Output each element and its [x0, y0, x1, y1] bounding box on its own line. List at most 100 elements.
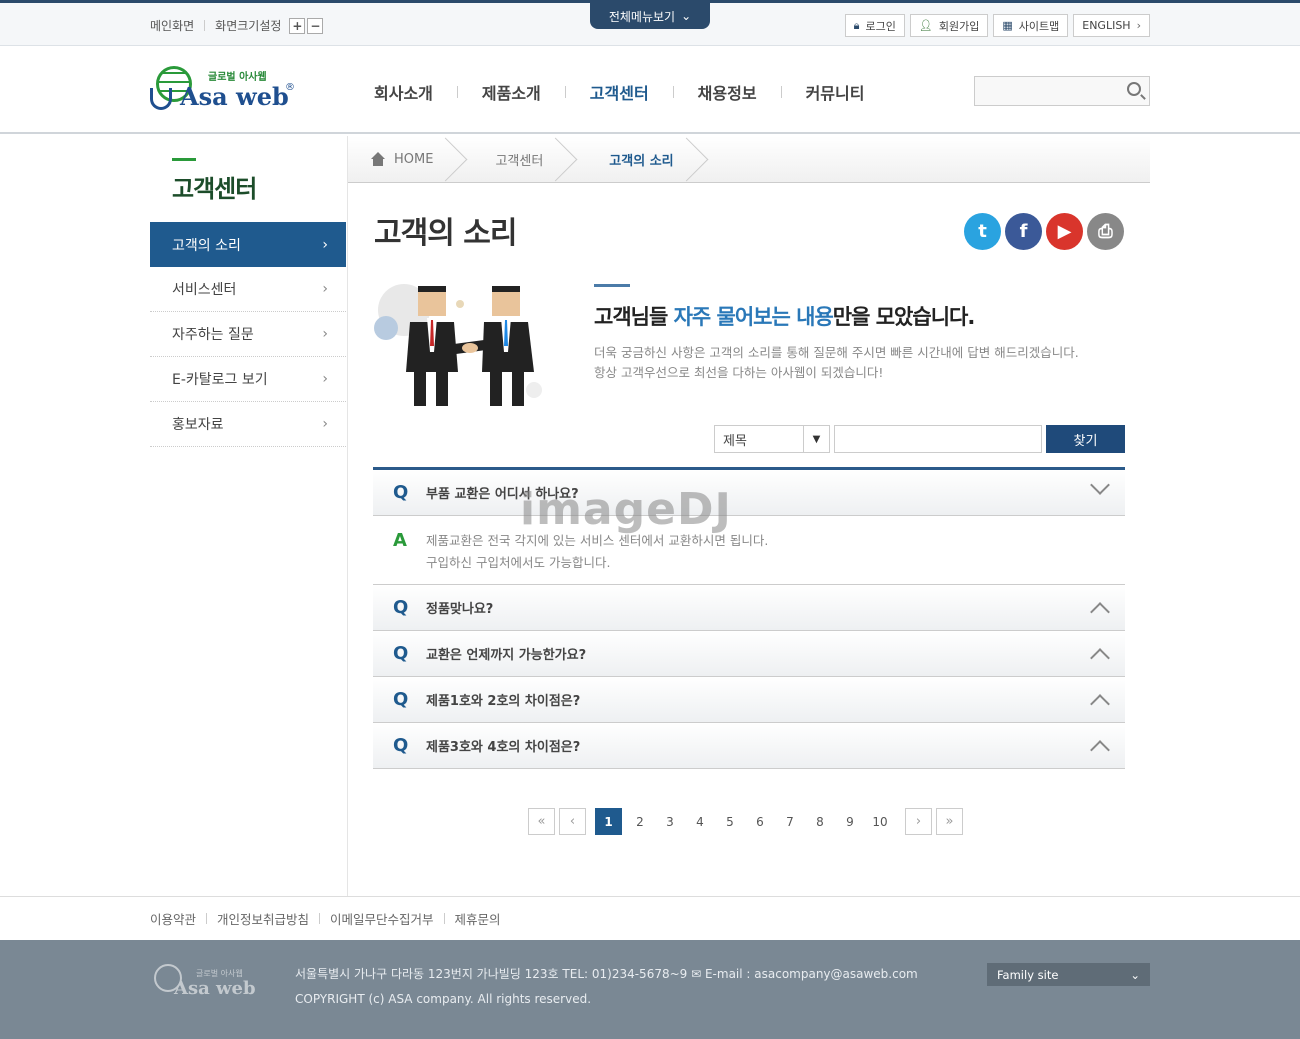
faq-question[interactable]: Q 정품맞나요? — [373, 585, 1125, 631]
footer-link-privacy[interactable]: 개인정보취급방침 — [217, 909, 309, 928]
main-home-link[interactable]: 메인화면 — [150, 17, 194, 34]
twitter-icon[interactable]: t — [964, 213, 1001, 250]
faq-question[interactable]: Q 교환은 언제까지 가능한가요? — [373, 631, 1125, 677]
page-number[interactable]: 6 — [745, 808, 775, 835]
faq-question[interactable]: Q 제품3호와 4호의 차이점은? — [373, 723, 1125, 769]
login-label: 로그인 — [865, 19, 896, 33]
search-keyword-input[interactable] — [834, 425, 1042, 453]
hand-icon — [150, 88, 172, 110]
search-field-select[interactable]: 제목 ▼ — [714, 425, 830, 453]
headline-highlight: 자주 물어보는 내용 — [673, 305, 834, 329]
chevron-right-icon: › — [322, 236, 328, 253]
chevron-right-icon: › — [322, 326, 328, 342]
search-icon[interactable] — [1127, 82, 1141, 96]
answer-line: 구입하신 구입처에서도 가능합니다. — [426, 555, 611, 570]
sidebar-item-label: 홍보자료 — [172, 417, 224, 433]
youtube-icon[interactable]: ▶ — [1046, 213, 1083, 250]
all-menu-label: 전체메뉴보기 — [608, 9, 676, 24]
question-mark: Q — [393, 689, 409, 710]
screen-size-label: 화면크기설정 — [215, 19, 282, 33]
footer-link-partnership[interactable]: 제휴문의 — [455, 909, 501, 928]
faq-list: Q 부품 교환은 어디서 하나요? A 제품교환은 전국 각지에 있는 서비스 센터… — [373, 467, 1125, 769]
faq-question[interactable]: Q 제품1호와 2호의 차이점은? — [373, 677, 1125, 723]
footer-link-terms[interactable]: 이용약관 — [150, 909, 196, 928]
divider — [319, 913, 321, 924]
sidebar-item-voice[interactable]: 고객의 소리 › — [150, 222, 346, 267]
title-accent-bar — [172, 158, 196, 161]
copyright-line: COPYRIGHT (c) ASA company. All rights re… — [295, 992, 592, 1006]
utility-right: 🔒︎ 로그인 👤︎ 회원가입 ▦ 사이트맵 ENGLISH › — [844, 14, 1150, 37]
last-page-button[interactable]: » — [936, 808, 963, 835]
header-search-input[interactable] — [974, 76, 1150, 106]
watermark: imageDJ — [520, 484, 732, 535]
page-number[interactable]: 2 — [625, 808, 655, 835]
signup-button[interactable]: 👤︎ 회원가입 — [909, 14, 989, 37]
chevron-up-icon[interactable] — [1090, 602, 1110, 622]
sidebar-menu: 고객의 소리 › 서비스센터 › 자주하는 질문 › E-카탈로그 보기 › 홍보자료 › — [150, 222, 346, 447]
page-number[interactable]: 4 — [685, 808, 715, 835]
page-number-current[interactable]: 1 — [595, 808, 622, 835]
share-icons: t f ▶ ⎙ — [964, 213, 1124, 250]
sidebar-item-catalog[interactable]: E-카탈로그 보기 › — [150, 357, 346, 402]
login-button[interactable]: 🔒︎ 로그인 — [844, 14, 905, 37]
page-number[interactable]: 7 — [775, 808, 805, 835]
sidebar-item-label: E-카탈로그 보기 — [172, 372, 268, 388]
zoom-out-button[interactable]: − — [307, 17, 324, 34]
facebook-icon[interactable]: f — [1005, 213, 1042, 250]
signup-label: 회원가입 — [938, 19, 980, 33]
site-logo[interactable]: 글로벌 아사웹 Asa web ® — [150, 64, 300, 116]
faq-question[interactable]: Q 부품 교환은 어디서 하나요? — [373, 470, 1125, 516]
sidebar-item-label: 서비스센터 — [172, 282, 237, 298]
nav-company[interactable]: 회사소개 — [350, 80, 457, 104]
answer-text: 제품교환은 전국 각지에 있는 서비스 센터에서 교환하시면 됩니다. 구입하신 … — [426, 530, 768, 584]
footer-link-email-policy[interactable]: 이메일무단수집거부 — [330, 909, 434, 928]
page-number[interactable]: 10 — [865, 808, 895, 835]
footer-address: 서울특별시 가나구 다라동 123번지 가나빌딩 123호 TEL: 01)23… — [295, 962, 918, 1012]
logo-korean-text: 글로벌 아사웹 — [208, 72, 267, 83]
sidebar-item-pr[interactable]: 홍보자료 › — [150, 402, 346, 447]
caret-down-icon: ▼ — [803, 426, 829, 452]
nav-recruit[interactable]: 채용정보 — [674, 80, 781, 104]
sitemap-label: 사이트맵 — [1018, 19, 1060, 33]
sitemap-button[interactable]: ▦ 사이트맵 — [993, 14, 1069, 37]
first-page-button[interactable]: « — [528, 808, 555, 835]
page-number[interactable]: 5 — [715, 808, 745, 835]
family-site-select[interactable]: Family site ⌄ — [987, 963, 1150, 986]
address-line: 서울특별시 가나구 다라동 123번지 가나빌딩 123호 TEL: 01)23… — [295, 967, 918, 981]
nav-products[interactable]: 제품소개 — [458, 80, 565, 104]
pagination: « ‹ 1 2 3 4 5 6 7 8 9 10 › » — [528, 808, 963, 835]
prev-page-button[interactable]: ‹ — [559, 808, 586, 835]
english-button[interactable]: ENGLISH › — [1073, 14, 1150, 37]
chevron-down-icon: ⌄ — [1130, 967, 1140, 982]
breadcrumb-home[interactable]: HOME — [348, 136, 461, 183]
breadcrumb-customer-center[interactable]: 고객센터 — [461, 136, 571, 183]
chevron-right-icon: › — [1136, 19, 1141, 32]
headline-part: 만을 모았습니다. — [832, 305, 976, 329]
page-number[interactable]: 9 — [835, 808, 865, 835]
page-number[interactable]: 8 — [805, 808, 835, 835]
select-value: 제목 — [723, 433, 747, 449]
nav-customer-center[interactable]: 고객센터 — [566, 80, 673, 104]
faq-search-form: 제목 ▼ 찾기 — [714, 425, 1125, 453]
chevron-down-icon: ⌄ — [681, 9, 692, 23]
lock-icon: 🔒︎ — [853, 18, 860, 32]
chevron-up-icon[interactable] — [1090, 694, 1110, 714]
footer: 글로벌 아사웹 Asa web 서울특별시 가나구 다라동 123번지 가나빌딩… — [0, 940, 1300, 1039]
nav-community[interactable]: 커뮤니티 — [782, 80, 889, 104]
page-number[interactable]: 3 — [655, 808, 685, 835]
zoom-in-button[interactable]: + — [289, 17, 306, 34]
next-page-button[interactable]: › — [905, 808, 932, 835]
sidebar-item-service-center[interactable]: 서비스센터 › — [150, 267, 346, 312]
print-icon[interactable]: ⎙ — [1087, 213, 1124, 250]
breadcrumb: HOME 고객센터 고객의 소리 — [348, 136, 1150, 183]
sidebar-item-faq[interactable]: 자주하는 질문 › — [150, 312, 346, 357]
chevron-down-icon[interactable] — [1090, 475, 1110, 495]
chevron-up-icon[interactable] — [1090, 648, 1110, 668]
headline-part: 고객님들 — [594, 305, 674, 329]
search-button[interactable]: 찾기 — [1046, 425, 1125, 453]
faq-answer: A 제품교환은 전국 각지에 있는 서비스 센터에서 교환하시면 됩니다. 구입하신… — [373, 516, 1125, 585]
sidebar-title: 고객센터 — [172, 175, 257, 203]
chevron-up-icon[interactable] — [1090, 740, 1110, 760]
grid-icon: ▦ — [1002, 19, 1013, 32]
all-menu-button[interactable]: 전체메뉴보기 ⌄ — [590, 3, 710, 29]
